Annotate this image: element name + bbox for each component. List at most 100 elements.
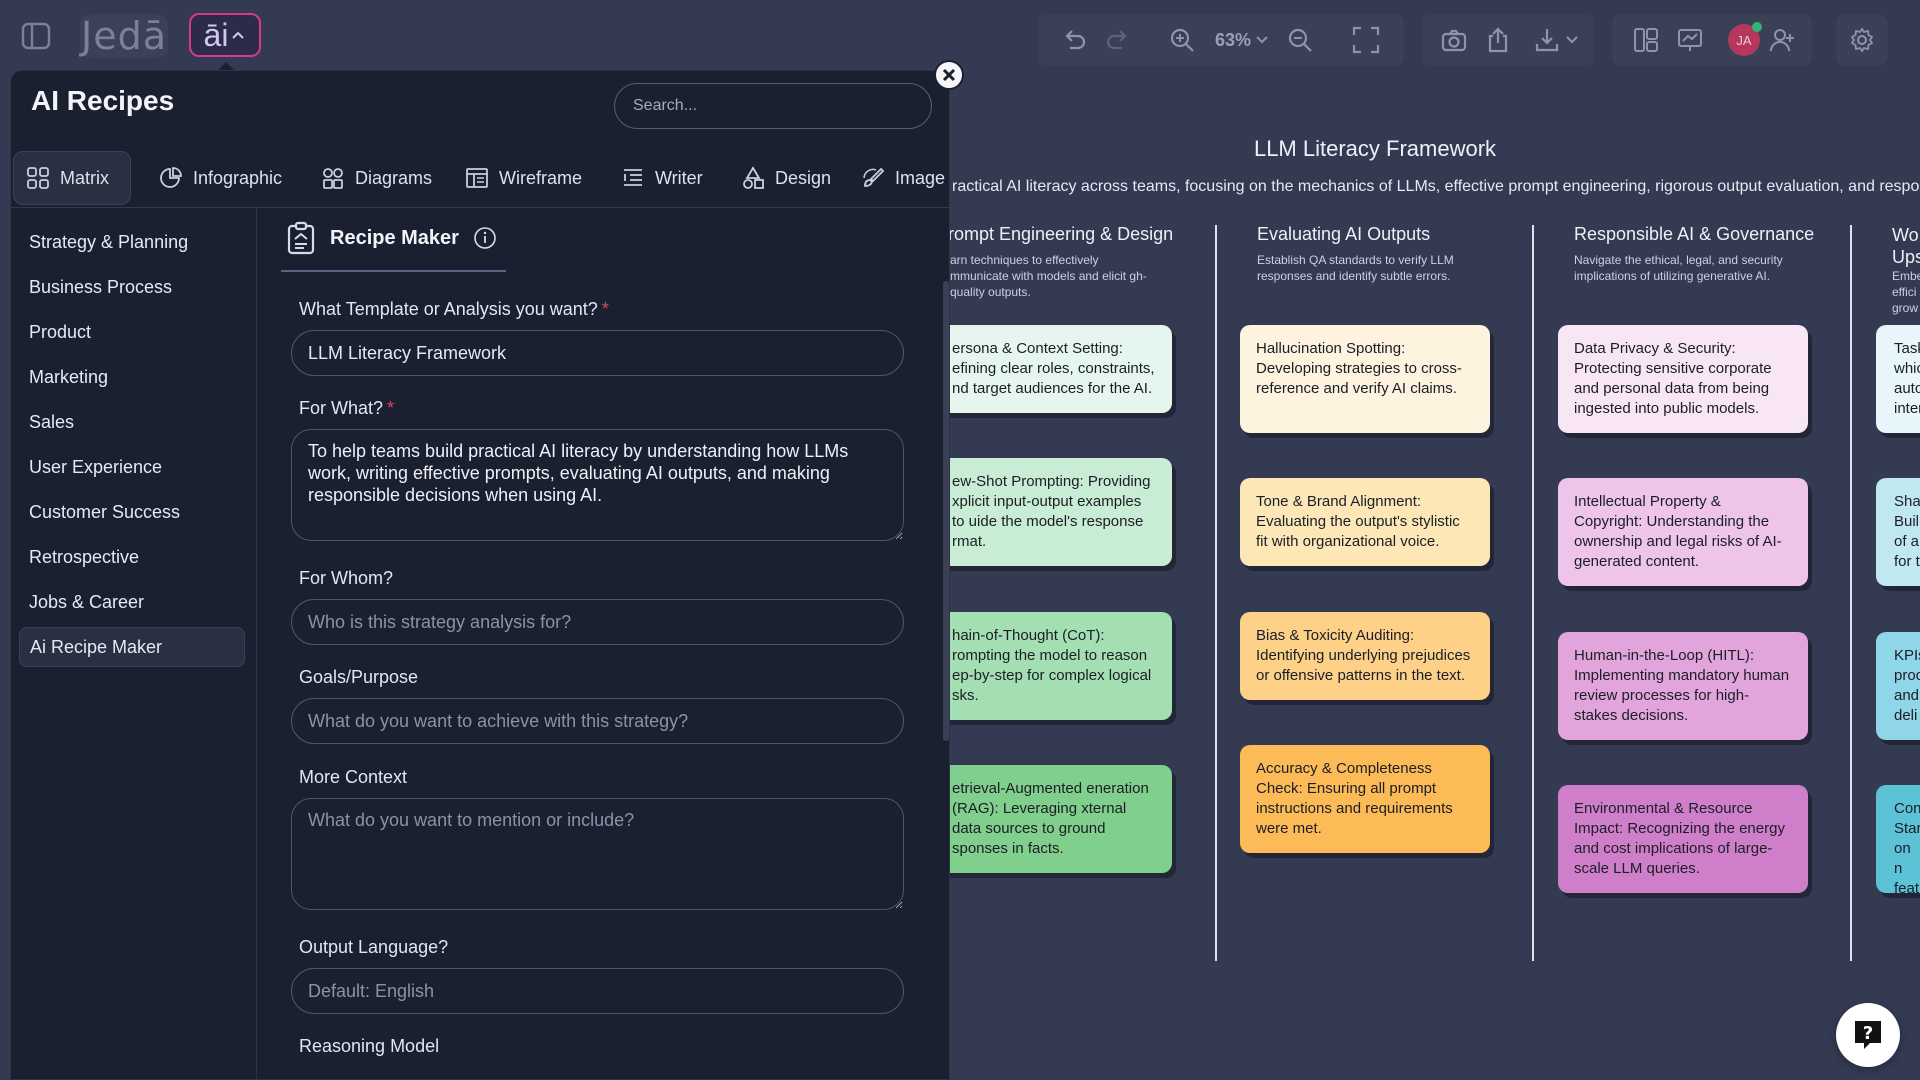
framework-card[interactable]: Hallucination Spotting: Developing strat… [1240, 325, 1490, 433]
upload-icon [1488, 27, 1508, 53]
more-context-textarea[interactable] [291, 798, 904, 910]
jeda-logo[interactable]: Jedā [80, 14, 168, 58]
template-label-text: What Template or Analysis you want? [299, 299, 598, 319]
sidebar-item-customer-success[interactable]: Customer Success [19, 492, 245, 532]
framework-card[interactable]: KPIs proc and deli [1876, 632, 1920, 740]
framework-card[interactable]: Intellectual Property & Copyright: Under… [1558, 478, 1808, 586]
tab-label: Wireframe [499, 167, 583, 188]
info-icon[interactable] [473, 226, 497, 250]
ai-menu-button[interactable]: āi [189, 13, 261, 57]
export-toolbar [1422, 14, 1594, 66]
column-description: Navigate the ethical, legal, and securit… [1574, 253, 1783, 283]
column-description: Embe effici grow [1892, 269, 1920, 315]
framework-card[interactable]: Environmental & Resource Impact: Recogni… [1558, 785, 1808, 893]
share-button[interactable] [1480, 22, 1516, 58]
zoom-in-icon [1170, 28, 1194, 52]
tab-diagrams[interactable]: Diagrams [309, 151, 444, 205]
framework-card[interactable]: Task whic auto inter [1876, 325, 1920, 433]
online-status-dot [1752, 22, 1762, 32]
pie-chart-icon [160, 167, 182, 188]
sidebar-item-jobs-career[interactable]: Jobs & Career [19, 582, 245, 622]
download-button[interactable] [1526, 22, 1586, 58]
history-zoom-toolbar: 63% [1038, 14, 1404, 66]
for-whom-input[interactable] [291, 599, 904, 645]
help-button[interactable]: ? [1836, 1003, 1900, 1067]
close-panel-button[interactable] [934, 60, 964, 90]
recipe-maker-header: Recipe Maker [286, 221, 497, 255]
zoom-level-dropdown[interactable]: 63% [1210, 22, 1274, 58]
help-chat-icon: ? [1855, 1021, 1881, 1049]
sidebar-item-strategy-planning[interactable]: Strategy & Planning [19, 222, 245, 262]
sidebar-item-user-experience[interactable]: User Experience [19, 447, 245, 487]
layout-button[interactable] [1628, 22, 1664, 58]
framework-card[interactable]: Sha Buil of a for t [1876, 478, 1920, 586]
gear-icon [1850, 27, 1874, 53]
framework-card[interactable]: Tone & Brand Alignment: Evaluating the o… [1240, 478, 1490, 566]
tab-writer[interactable]: Writer [609, 151, 715, 205]
redo-icon [1106, 30, 1127, 50]
zoom-in-button[interactable] [1164, 22, 1200, 58]
present-button[interactable] [1672, 22, 1708, 58]
screenshot-button[interactable] [1436, 22, 1472, 58]
for-what-label-text: For What? [299, 398, 384, 418]
column-description: arn techniques to effectively mmunicate … [950, 253, 1147, 299]
framework-card[interactable]: Accuracy & Completeness Check: Ensuring … [1240, 745, 1490, 853]
view-toolbar: JA [1612, 14, 1812, 66]
required-mark: * [601, 299, 609, 319]
tab-design[interactable]: Design [729, 151, 843, 205]
toggle-sidebar-button[interactable] [16, 16, 56, 56]
download-icon [1535, 29, 1559, 52]
column-divider [1850, 225, 1852, 961]
undo-button[interactable] [1056, 22, 1092, 58]
template-input[interactable] [291, 330, 904, 376]
tab-image[interactable]: Image [849, 151, 949, 205]
settings-button[interactable] [1844, 22, 1880, 58]
framework-card[interactable]: Human-in-the-Loop (HITL): Implementing m… [1558, 632, 1808, 740]
framework-card[interactable]: ersona & Context Setting: efining clear … [930, 325, 1172, 413]
zoom-out-button[interactable] [1282, 22, 1318, 58]
recipe-category-sidebar: Strategy & Planning Business Process Pro… [11, 208, 257, 1079]
framework-card[interactable]: Data Privacy & Security: Protecting sens… [1558, 325, 1808, 433]
brush-icon [863, 167, 885, 187]
sidebar-item-business-process[interactable]: Business Process [19, 267, 245, 307]
canvas-title: LLM Literacy Framework [1253, 136, 1497, 161]
sidebar-item-sales[interactable]: Sales [19, 402, 245, 442]
shapes-icon [323, 168, 343, 189]
tab-wireframe[interactable]: Wireframe [453, 151, 594, 205]
tab-label: Diagrams [355, 167, 433, 188]
column-heading: Evaluating AI Outputs [1257, 224, 1431, 244]
framework-card[interactable]: ew-Shot Prompting: Providing xplicit inp… [930, 458, 1172, 566]
column-description: Establish QA standards to verify LLM res… [1257, 253, 1454, 283]
recipe-maker-title: Recipe Maker [330, 226, 459, 249]
chevron-up-icon [232, 31, 245, 39]
for-what-textarea[interactable]: To help teams build practical AI literac… [291, 429, 904, 541]
chevron-down-icon [1256, 36, 1268, 44]
sidebar-item-ai-recipe-maker[interactable]: Ai Recipe Maker [19, 627, 245, 667]
form-scrollbar[interactable] [943, 281, 949, 741]
fullscreen-icon [1352, 26, 1380, 54]
redo-button[interactable] [1100, 22, 1136, 58]
goals-input[interactable] [291, 698, 904, 744]
canvas-subtitle: ractical AI literacy across teams, focus… [952, 178, 1920, 195]
avatar[interactable]: JA [1728, 22, 1762, 56]
sidebar-item-retrospective[interactable]: Retrospective [19, 537, 245, 577]
presentation-icon [1678, 29, 1702, 51]
invite-user-button[interactable] [1764, 22, 1800, 58]
framework-card[interactable]: etrieval-Augmented eneration (RAG): Leve… [930, 765, 1172, 873]
column-heading: rompt Engineering & Design [948, 224, 1174, 244]
framework-card[interactable]: Bias & Toxicity Auditing: Identifying un… [1240, 612, 1490, 700]
column-divider [1215, 225, 1217, 961]
output-language-input[interactable] [291, 968, 904, 1014]
zoom-out-icon [1288, 28, 1312, 52]
sidebar-item-product[interactable]: Product [19, 312, 245, 352]
framework-card[interactable]: hain-of-Thought (CoT): rompting the mode… [930, 612, 1172, 720]
recipe-search-input[interactable] [614, 83, 932, 129]
tab-matrix[interactable]: Matrix [13, 151, 131, 205]
fit-screen-button[interactable] [1348, 22, 1384, 58]
tab-infographic[interactable]: Infographic [147, 151, 294, 205]
panel-title: AI Recipes [31, 85, 175, 116]
wireframe-icon [466, 168, 488, 188]
column-heading: Wo Ups [1892, 225, 1920, 267]
framework-card[interactable]: Con Star on n feat [1876, 785, 1920, 893]
sidebar-item-marketing[interactable]: Marketing [19, 357, 245, 397]
